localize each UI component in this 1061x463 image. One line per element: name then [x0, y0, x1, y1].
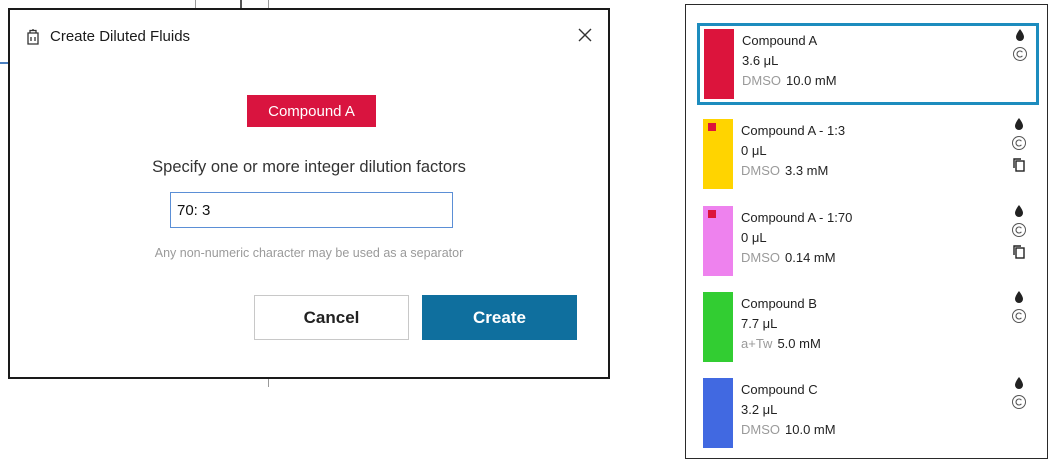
fluid-item[interactable]: Compound A - 1:70 0 μL DMSO 0.14 mM — [697, 200, 1039, 282]
fluid-solvent: DMSO — [741, 422, 780, 437]
fluid-solvent-line: DMSO 10.0 mM — [741, 422, 836, 437]
dilution-icon — [24, 28, 42, 46]
dialog-titlebar: Create Diluted Fluids — [10, 10, 608, 62]
fluid-color-swatch — [704, 29, 734, 99]
copyright-icon[interactable] — [1011, 394, 1027, 410]
fluid-list-panel: Compound A 3.6 μL DMSO 10.0 mM Compound A… — [685, 4, 1048, 459]
fluid-solvent: a+Tw — [741, 336, 773, 351]
fluid-concentration: 10.0 mM — [786, 73, 837, 88]
fluid-color-swatch — [703, 378, 733, 448]
background-divider — [268, 0, 269, 8]
fluid-volume: 7.7 μL — [741, 316, 778, 331]
fluid-chip: Compound A — [247, 95, 376, 127]
copyright-icon[interactable] — [1011, 308, 1027, 324]
drop-icon[interactable] — [1011, 116, 1027, 132]
fluid-color-swatch — [703, 119, 733, 189]
fluid-concentration: 10.0 mM — [785, 422, 836, 437]
dialog-title: Create Diluted Fluids — [50, 28, 191, 45]
fluid-name: Compound A — [742, 33, 818, 48]
background-divider — [195, 0, 196, 8]
fluid-solvent: DMSO — [741, 163, 780, 178]
fluid-concentration: 5.0 mM — [777, 336, 821, 351]
fluid-volume: 0 μL — [741, 143, 767, 158]
fluid-solvent-line: a+Tw 5.0 mM — [741, 336, 821, 351]
fluid-solvent-line: DMSO 10.0 mM — [742, 73, 837, 88]
fluid-item[interactable]: Compound B 7.7 μL a+Tw 5.0 mM — [697, 286, 1039, 368]
fluid-solvent: DMSO — [741, 250, 780, 265]
drop-icon[interactable] — [1011, 289, 1027, 305]
fluid-name: Compound A - 1:3 — [741, 123, 846, 138]
copyright-icon[interactable] — [1012, 46, 1028, 62]
create-button[interactable]: Create — [422, 295, 577, 340]
fluid-color-swatch — [703, 292, 733, 362]
fluid-concentration: 3.3 mM — [785, 163, 829, 178]
fluid-volume: 0 μL — [741, 230, 767, 245]
fluid-concentration: 0.14 mM — [785, 250, 836, 265]
fluid-item[interactable]: Compound C 3.2 μL DMSO 10.0 mM — [697, 372, 1039, 454]
fluid-solvent-line: DMSO 0.14 mM — [741, 250, 836, 265]
drop-icon[interactable] — [1011, 375, 1027, 391]
copyright-icon[interactable] — [1011, 222, 1027, 238]
dilution-prompt: Specify one or more integer dilution fac… — [152, 158, 466, 176]
cancel-button[interactable]: Cancel — [254, 295, 409, 340]
create-diluted-fluids-dialog: Create Diluted Fluids Compound A Specify… — [8, 8, 610, 379]
screenshot-stage: Create Diluted Fluids Compound A Specify… — [0, 0, 1061, 463]
fluid-solvent-line: DMSO 3.3 mM — [741, 163, 828, 178]
fluid-color-swatch — [703, 206, 733, 276]
drop-icon[interactable] — [1012, 27, 1028, 43]
background-divider — [240, 0, 242, 8]
fluid-item[interactable]: Compound A 3.6 μL DMSO 10.0 mM — [697, 23, 1039, 105]
fluid-name: Compound A - 1:70 — [741, 210, 853, 225]
drop-icon[interactable] — [1011, 203, 1027, 219]
fluid-item[interactable]: Compound A - 1:3 0 μL DMSO 3.3 mM — [697, 113, 1039, 195]
parent-fluid-mark — [708, 123, 716, 131]
separator-hint: Any non-numeric character may be used as… — [154, 246, 464, 260]
close-icon[interactable] — [572, 22, 598, 48]
fluid-volume: 3.2 μL — [741, 402, 778, 417]
parent-fluid-mark — [708, 210, 716, 218]
fluid-name: Compound B — [741, 296, 817, 311]
copyright-icon[interactable] — [1011, 135, 1027, 151]
copy-icon[interactable] — [1011, 157, 1027, 173]
background-divider — [268, 379, 269, 387]
fluid-name: Compound C — [741, 382, 818, 397]
fluid-volume: 3.6 μL — [742, 53, 779, 68]
dilution-factors-input[interactable] — [170, 192, 453, 228]
copy-icon[interactable] — [1011, 244, 1027, 260]
fluid-solvent: DMSO — [742, 73, 781, 88]
background-divider — [0, 62, 8, 64]
